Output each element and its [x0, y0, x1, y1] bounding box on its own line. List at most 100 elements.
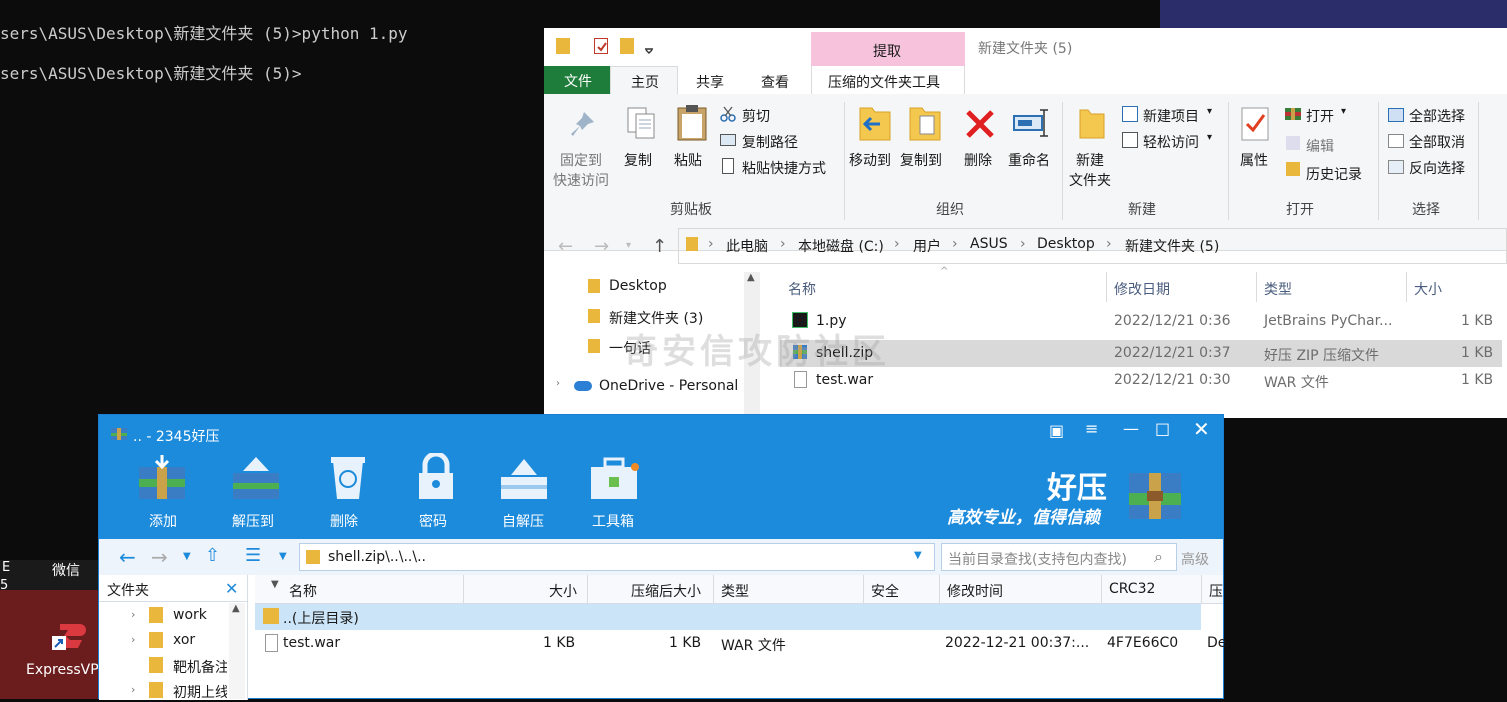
tab-share[interactable]: 共享	[696, 72, 724, 92]
up-level-icon[interactable]: ⇧	[205, 545, 220, 566]
rename-button[interactable]: 重命名	[1008, 150, 1050, 170]
column-crc32[interactable]: CRC32	[1109, 581, 1155, 597]
column-size[interactable]: 大小	[549, 581, 577, 601]
search-icon[interactable]: ⌕	[1154, 547, 1163, 567]
tab-file[interactable]: 文件	[544, 66, 610, 94]
tree-expand-icon[interactable]: ›	[131, 683, 135, 696]
easy-access-dropdown-icon[interactable]: ▾	[1207, 132, 1212, 143]
toolbox-label[interactable]: 工具箱	[592, 511, 634, 531]
column-name[interactable]: 名称	[788, 279, 816, 299]
column-packed-size[interactable]: 压缩后大小	[631, 581, 701, 601]
back-arrow-icon[interactable]: ←	[558, 236, 573, 257]
menu-icon[interactable]: ≡	[1085, 419, 1098, 438]
scroll-up-icon[interactable]: ▲	[232, 603, 240, 614]
add-label[interactable]: 添加	[149, 511, 177, 531]
breadcrumb-users[interactable]: 用户	[913, 236, 941, 256]
close-icon[interactable]: ✕	[1193, 417, 1210, 441]
breadcrumb-local-disk[interactable]: 本地磁盘 (C:)	[798, 236, 884, 256]
nav-item-onedrive[interactable]: OneDrive - Personal	[599, 378, 738, 394]
column-size[interactable]: 大小	[1414, 279, 1442, 299]
self-extract-label[interactable]: 自解压	[502, 511, 544, 531]
haozip-window[interactable]: .. - 2345好压 ▣ ≡ — □ ✕ 添加 解压到 删除 密码 自解压 工…	[98, 414, 1226, 702]
cut-button[interactable]: 剪切	[742, 106, 770, 126]
tree-scrollbar[interactable]: ▲	[229, 603, 245, 699]
quick-access-dropdown-icon[interactable]	[644, 42, 654, 58]
tree-expand-icon[interactable]: ›	[131, 633, 135, 646]
view-mode-dropdown-icon[interactable]: ▼	[279, 551, 287, 562]
toolbox-button[interactable]	[587, 453, 647, 509]
nav-item-desktop[interactable]: Desktop	[609, 278, 667, 294]
properties-quick-icon[interactable]	[594, 38, 608, 54]
password-button[interactable]	[409, 451, 469, 509]
copy-button[interactable]: 复制	[624, 150, 652, 170]
history-dropdown-icon[interactable]: ▼	[183, 551, 191, 562]
column-modified[interactable]: 修改日期	[1114, 279, 1170, 299]
select-all-button[interactable]: 全部选择	[1409, 106, 1465, 126]
add-button[interactable]	[135, 453, 195, 509]
delete-archive-button[interactable]	[321, 453, 381, 509]
folder-panel-close-icon[interactable]: ✕	[225, 579, 238, 598]
copy-path-button[interactable]: 复制路径	[742, 132, 798, 152]
new-folder-button[interactable]: 新建	[1076, 150, 1104, 170]
tree-item-xor[interactable]: xor	[173, 632, 195, 648]
paste-button[interactable]: 粘贴	[674, 150, 702, 170]
expressvpn-label[interactable]: ExpressVP	[26, 662, 99, 678]
context-tab-extract[interactable]: 提取	[811, 32, 965, 66]
breadcrumb-desktop[interactable]: Desktop	[1037, 236, 1095, 252]
edit-button[interactable]: 编辑	[1306, 136, 1334, 156]
advanced-search-link[interactable]: 高级	[1181, 549, 1209, 569]
self-extract-button[interactable]	[497, 453, 557, 509]
path-dropdown-icon[interactable]: ▼	[914, 550, 922, 561]
nav-expand-icon[interactable]: ›	[556, 378, 560, 389]
column-name[interactable]: 名称	[289, 581, 317, 601]
feedback-icon[interactable]: ▣	[1049, 421, 1064, 440]
recent-dropdown-icon[interactable]: ▾	[626, 240, 631, 251]
maximize-icon[interactable]: □	[1155, 419, 1170, 438]
back-arrow-icon[interactable]: ←	[119, 545, 136, 569]
breadcrumb-this-pc[interactable]: 此电脑	[726, 236, 768, 256]
column-security[interactable]: 安全	[871, 581, 899, 601]
minimize-icon[interactable]: —	[1123, 419, 1139, 438]
delete-button[interactable]: 删除	[964, 150, 992, 170]
easy-access-button[interactable]: 轻松访问	[1143, 132, 1199, 152]
column-extra[interactable]: 压	[1209, 581, 1223, 601]
breadcrumb-current-folder[interactable]: 新建文件夹 (5)	[1125, 236, 1219, 256]
tab-view[interactable]: 查看	[761, 72, 789, 92]
pin-quick-access-button[interactable]: 固定到	[560, 150, 602, 170]
column-type[interactable]: 类型	[721, 581, 749, 601]
table-row-parent[interactable]: ..(上层目录)	[255, 604, 1201, 630]
invert-selection-button[interactable]: 反向选择	[1409, 158, 1465, 178]
scroll-up-icon[interactable]: ▲	[747, 272, 755, 283]
forward-arrow-icon[interactable]: →	[151, 545, 168, 569]
tree-item-target-notes[interactable]: 靶机备注	[173, 657, 227, 677]
move-to-button[interactable]: 移动到	[849, 150, 891, 170]
forward-arrow-icon[interactable]: →	[594, 236, 609, 257]
new-item-button[interactable]: 新建项目	[1143, 106, 1199, 126]
extract-to-button[interactable]	[229, 453, 289, 509]
new-item-dropdown-icon[interactable]: ▾	[1207, 106, 1212, 117]
open-button[interactable]: 打开	[1306, 106, 1334, 126]
tree-item-initial-online[interactable]: 初期上线	[173, 682, 227, 702]
delete-label[interactable]: 删除	[330, 511, 358, 531]
select-none-button[interactable]: 全部取消	[1409, 132, 1465, 152]
paste-shortcut-button[interactable]: 粘贴快捷方式	[742, 158, 826, 178]
table-row[interactable]: test.war 1 KB 1 KB WAR 文件 2022-12-21 00:…	[255, 631, 1226, 657]
column-modified[interactable]: 修改时间	[947, 581, 1003, 601]
properties-button[interactable]: 属性	[1240, 150, 1268, 170]
breadcrumb-asus[interactable]: ASUS	[970, 236, 1008, 252]
tree-expand-icon[interactable]: ›	[131, 608, 135, 621]
open-dropdown-icon[interactable]: ▾	[1341, 106, 1346, 117]
view-mode-icon[interactable]: ☰	[245, 545, 261, 566]
column-type[interactable]: 类型	[1264, 279, 1292, 299]
expressvpn-icon[interactable]	[50, 618, 86, 654]
desktop-wechat-label[interactable]: 微信	[52, 560, 80, 580]
up-arrow-icon[interactable]: ↑	[652, 236, 667, 257]
copy-to-button[interactable]: 复制到	[900, 150, 942, 170]
tree-item-work[interactable]: work	[173, 607, 207, 623]
password-label[interactable]: 密码	[419, 511, 447, 531]
extract-to-label[interactable]: 解压到	[232, 511, 274, 531]
new-folder-quick-icon[interactable]	[620, 38, 634, 54]
file-explorer-window[interactable]: 提取 新建文件夹 (5) 文件 主页 共享 查看 压缩的文件夹工具 固定到 快速…	[544, 28, 1507, 418]
archive-path-bar[interactable]: shell.zip\..\..\.. ▼	[299, 543, 935, 571]
tab-home[interactable]: 主页	[610, 66, 678, 95]
